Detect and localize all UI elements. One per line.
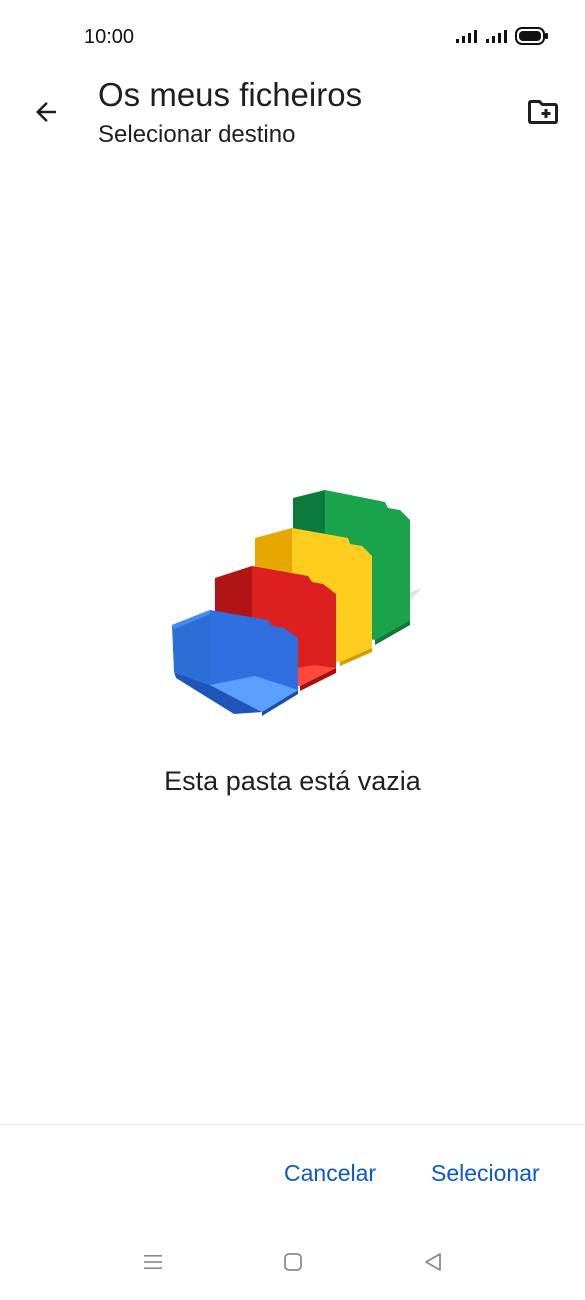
page-subtitle: Selecionar destino xyxy=(98,121,296,148)
empty-folder-message: Esta pasta está vazia xyxy=(164,766,421,796)
empty-folders-illustration xyxy=(160,480,430,720)
signal-icon xyxy=(455,28,479,49)
select-button[interactable]: Selecionar xyxy=(431,1160,540,1187)
back-triangle-icon xyxy=(421,1250,445,1279)
home-icon xyxy=(281,1250,305,1279)
menu-icon xyxy=(141,1250,165,1279)
status-time: 10:00 xyxy=(84,26,135,48)
new-folder-button[interactable] xyxy=(519,90,567,138)
nav-home-button[interactable] xyxy=(279,1250,307,1278)
arrow-back-icon xyxy=(31,97,61,132)
signal-icon xyxy=(485,28,509,49)
back-button[interactable] xyxy=(22,90,70,138)
page-title: Os meus ficheiros xyxy=(98,76,363,113)
create-new-folder-icon xyxy=(525,94,561,135)
status-icons xyxy=(455,26,549,50)
divider xyxy=(0,1124,585,1125)
battery-icon xyxy=(515,26,549,50)
nav-menu-button[interactable] xyxy=(139,1250,167,1278)
nav-back-button[interactable] xyxy=(419,1250,447,1278)
cancel-button[interactable]: Cancelar xyxy=(284,1160,376,1187)
status-bar: 10:00 xyxy=(0,0,585,76)
navigation-bar xyxy=(0,1240,585,1288)
app-bar: Os meus ficheiros Selecionar destino xyxy=(0,76,585,166)
